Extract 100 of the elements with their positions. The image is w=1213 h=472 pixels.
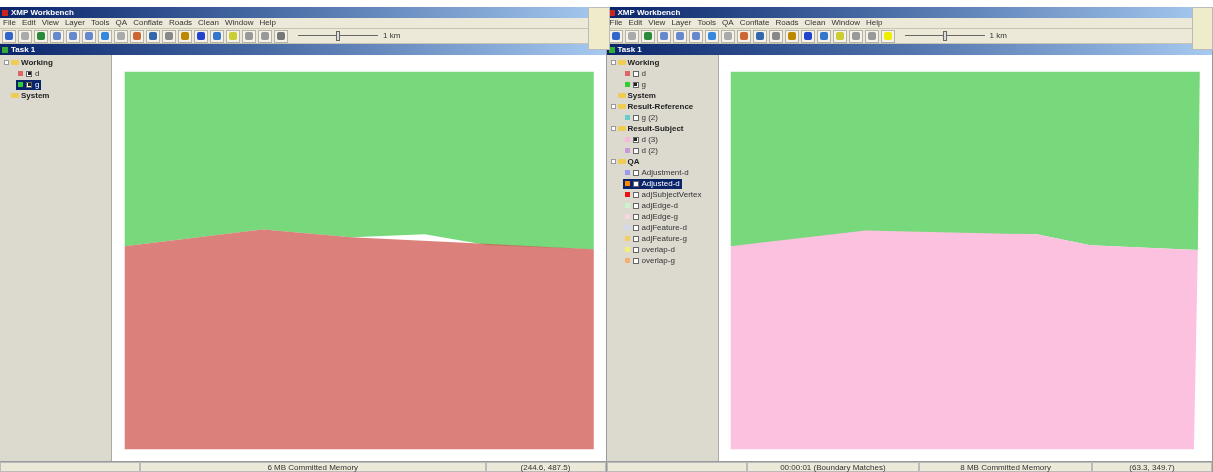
group-label[interactable]: System bbox=[21, 91, 50, 100]
collapse-icon[interactable] bbox=[610, 60, 616, 65]
toolbar-button[interactable] bbox=[162, 29, 176, 43]
menu-item[interactable]: Conflate bbox=[133, 19, 163, 27]
toolbar-button[interactable] bbox=[34, 29, 48, 43]
toolbar-button[interactable] bbox=[274, 29, 288, 43]
menu-item[interactable]: Layer bbox=[671, 19, 692, 27]
toolbar-button[interactable] bbox=[816, 29, 831, 43]
collapse-icon[interactable] bbox=[610, 159, 616, 164]
menu-item[interactable]: View bbox=[41, 19, 59, 27]
menu-item[interactable]: File bbox=[609, 19, 623, 27]
layer-row[interactable]: adjFeature-g bbox=[622, 233, 689, 244]
collapse-icon[interactable] bbox=[610, 104, 616, 109]
collapse-icon[interactable] bbox=[610, 126, 616, 131]
group-label[interactable]: QA bbox=[627, 157, 640, 166]
layer-row[interactable]: d bbox=[16, 68, 42, 79]
checkbox[interactable] bbox=[632, 202, 639, 209]
checkbox[interactable] bbox=[632, 147, 639, 154]
menu-item[interactable]: Conflate bbox=[739, 19, 770, 27]
menu-item[interactable]: Roads bbox=[775, 19, 799, 27]
menu-item[interactable]: Tools bbox=[697, 19, 717, 27]
checkbox[interactable] bbox=[26, 81, 32, 88]
layer-row[interactable]: g (2) bbox=[622, 112, 660, 123]
slider-thumb[interactable] bbox=[942, 31, 947, 41]
toolbar-button[interactable] bbox=[784, 29, 799, 43]
menu-item[interactable]: Window bbox=[225, 19, 254, 27]
checkbox[interactable] bbox=[632, 235, 639, 242]
menu-item[interactable]: Edit bbox=[21, 19, 36, 27]
scale-slider[interactable] bbox=[298, 31, 378, 41]
menu-item[interactable]: View bbox=[648, 19, 666, 27]
checkbox[interactable] bbox=[632, 224, 639, 231]
layer-row[interactable]: d (2) bbox=[622, 145, 660, 156]
checkbox[interactable] bbox=[632, 81, 639, 88]
toolbar-button[interactable] bbox=[688, 29, 703, 43]
toolbar-button[interactable] bbox=[82, 29, 96, 43]
group-label[interactable]: Result-Subject bbox=[627, 124, 684, 133]
menu-item[interactable]: Tools bbox=[90, 19, 110, 27]
menu-item[interactable]: QA bbox=[115, 19, 128, 27]
checkbox[interactable] bbox=[632, 180, 639, 187]
menu-item[interactable]: Clean bbox=[804, 19, 826, 27]
toolbar-button[interactable] bbox=[130, 29, 144, 43]
checkbox[interactable] bbox=[632, 191, 639, 198]
toolbar-button[interactable] bbox=[194, 29, 208, 43]
toolbar-button[interactable] bbox=[656, 29, 671, 43]
toolbar-button[interactable] bbox=[210, 29, 224, 43]
checkbox[interactable] bbox=[632, 169, 639, 176]
layer-row[interactable]: adjEdge-g bbox=[622, 211, 680, 222]
checkbox[interactable] bbox=[632, 246, 639, 253]
layer-row[interactable]: g bbox=[16, 79, 42, 90]
menu-item[interactable]: Window bbox=[831, 19, 860, 27]
menu-item[interactable]: File bbox=[3, 19, 16, 27]
layer-label: adjFeature-g bbox=[641, 234, 687, 243]
layer-row[interactable]: d bbox=[622, 68, 648, 79]
menu-item[interactable]: Roads bbox=[168, 19, 193, 27]
layer-label: g (2) bbox=[641, 113, 658, 122]
menu-item[interactable]: Edit bbox=[628, 19, 643, 27]
layer-row[interactable]: g bbox=[622, 79, 648, 90]
layer-row[interactable]: Adjustment-d bbox=[622, 167, 691, 178]
layer-row[interactable]: overlap-d bbox=[622, 244, 677, 255]
group-label[interactable]: System bbox=[627, 91, 656, 100]
layer-label: overlap-g bbox=[641, 256, 675, 265]
status-text: 6 MB Committed Memory bbox=[140, 462, 486, 472]
checkbox[interactable] bbox=[632, 70, 639, 77]
toolbar-button[interactable] bbox=[178, 29, 192, 43]
toolbar-button[interactable] bbox=[672, 29, 687, 43]
toolbar-button[interactable] bbox=[66, 29, 80, 43]
layer-row[interactable]: adjFeature-d bbox=[622, 222, 689, 233]
toolbar-button[interactable] bbox=[146, 29, 160, 43]
menu-item[interactable]: Clean bbox=[198, 19, 219, 27]
slider-thumb[interactable] bbox=[336, 31, 340, 41]
checkbox[interactable] bbox=[632, 213, 639, 220]
checkbox[interactable] bbox=[632, 136, 639, 143]
toolbar-button[interactable] bbox=[800, 29, 815, 43]
group-label[interactable]: Working bbox=[627, 58, 660, 67]
layer-row[interactable]: d (3) bbox=[622, 134, 660, 145]
checkbox[interactable] bbox=[26, 70, 32, 77]
toolbar-button[interactable] bbox=[640, 29, 655, 43]
folder-icon bbox=[11, 93, 19, 98]
collapse-icon[interactable] bbox=[4, 60, 9, 65]
group-label[interactable]: Working bbox=[21, 58, 53, 67]
toolbar-button[interactable] bbox=[98, 29, 112, 43]
layer-label: d (3) bbox=[641, 135, 658, 144]
layer-row[interactable]: Adjusted-d bbox=[622, 178, 682, 189]
checkbox[interactable] bbox=[632, 114, 639, 121]
toolbar-button[interactable] bbox=[704, 29, 719, 43]
scale-slider[interactable] bbox=[904, 31, 985, 41]
toolbar-button[interactable] bbox=[2, 29, 16, 43]
menu-item[interactable]: Help bbox=[259, 19, 276, 27]
checkbox[interactable] bbox=[632, 257, 639, 264]
toolbar-button[interactable] bbox=[752, 29, 767, 43]
menu-item[interactable]: Layer bbox=[64, 19, 85, 27]
toolbar-button[interactable] bbox=[50, 29, 64, 43]
layer-row[interactable]: adjSubjectVertex bbox=[622, 189, 704, 200]
group-label[interactable]: Result-Reference bbox=[627, 102, 694, 111]
layer-row[interactable]: overlap-g bbox=[622, 255, 677, 266]
layer-row[interactable]: adjEdge-d bbox=[622, 200, 680, 211]
menu-item[interactable]: QA bbox=[722, 19, 734, 27]
toolbar-button[interactable] bbox=[768, 29, 783, 43]
menu-item[interactable]: Help bbox=[865, 19, 883, 27]
toolbar-button[interactable] bbox=[736, 29, 751, 43]
